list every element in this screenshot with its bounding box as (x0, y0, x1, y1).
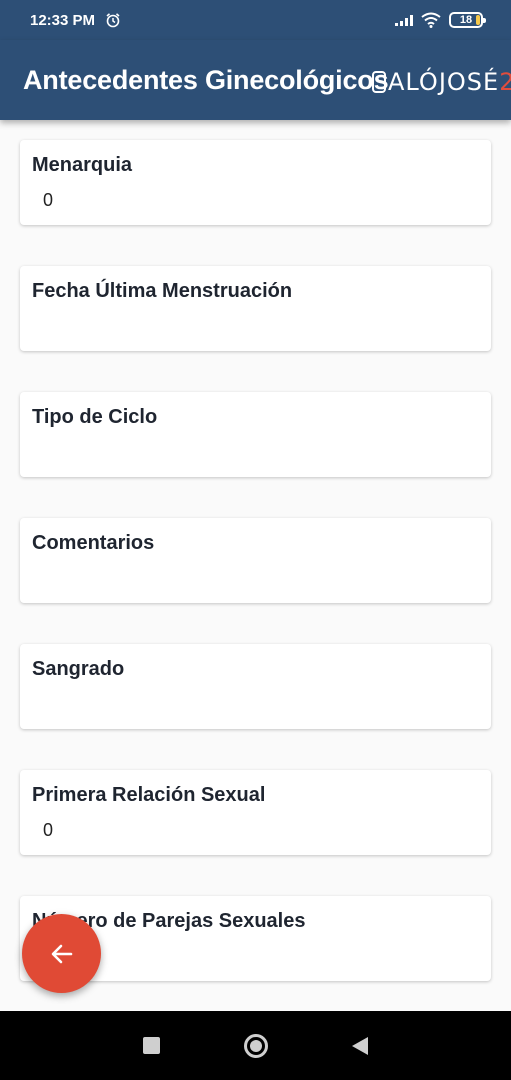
status-bar: 12:33 PM 18 (0, 0, 511, 40)
app-bar: Antecedentes Ginecológicos ALÓJOSÉ24 (0, 40, 511, 120)
triangle-back-icon (351, 1036, 368, 1055)
wifi-icon (421, 12, 441, 28)
logo-mark-icon (372, 71, 386, 93)
card-label: Primera Relación Sexual (32, 784, 266, 806)
card-fecha-ultima-menstruacion[interactable]: Fecha Última Menstruación (20, 266, 491, 351)
card-label: Fecha Última Menstruación (32, 280, 293, 302)
home-button[interactable] (204, 1011, 308, 1080)
logo-text-accent: 24 (499, 68, 511, 96)
card-comentarios[interactable]: Comentarios (20, 518, 491, 603)
card-menarquia[interactable]: Menarquia 0 (20, 140, 491, 225)
page-title: Antecedentes Ginecológicos (23, 64, 389, 95)
card-label: Número de Parejas Sexuales (32, 910, 306, 932)
card-sangrado[interactable]: Sangrado (20, 644, 491, 729)
card-value: 0 (43, 820, 54, 840)
battery-level: 18 (459, 14, 473, 26)
system-nav-bar (0, 1011, 511, 1080)
card-label: Sangrado (32, 658, 125, 680)
arrow-left-icon (51, 944, 72, 963)
card-label: Menarquia (32, 154, 133, 176)
recents-button[interactable] (100, 1011, 204, 1080)
card-primera-relacion-sexual[interactable]: Primera Relación Sexual 0 (20, 770, 491, 855)
card-label: Comentarios (32, 532, 155, 554)
home-circle-icon (243, 1033, 268, 1058)
logo-text: ALÓJOSÉ (388, 68, 500, 96)
signal-icon (395, 14, 413, 26)
card-value: 0 (43, 190, 54, 210)
card-label: Tipo de Ciclo (32, 406, 158, 428)
brand-logo: ALÓJOSÉ24 (372, 68, 511, 96)
square-icon (143, 1037, 160, 1054)
alarm-icon (106, 13, 120, 28)
status-time: 12:33 PM (30, 11, 96, 29)
battery-icon: 18 (449, 12, 486, 28)
card-tipo-de-ciclo[interactable]: Tipo de Ciclo (20, 392, 491, 477)
system-back-button[interactable] (308, 1011, 412, 1080)
back-fab-button[interactable] (22, 914, 101, 993)
content-list[interactable]: Menarquia 0 Fecha Última Menstruación Ti… (0, 120, 511, 1011)
